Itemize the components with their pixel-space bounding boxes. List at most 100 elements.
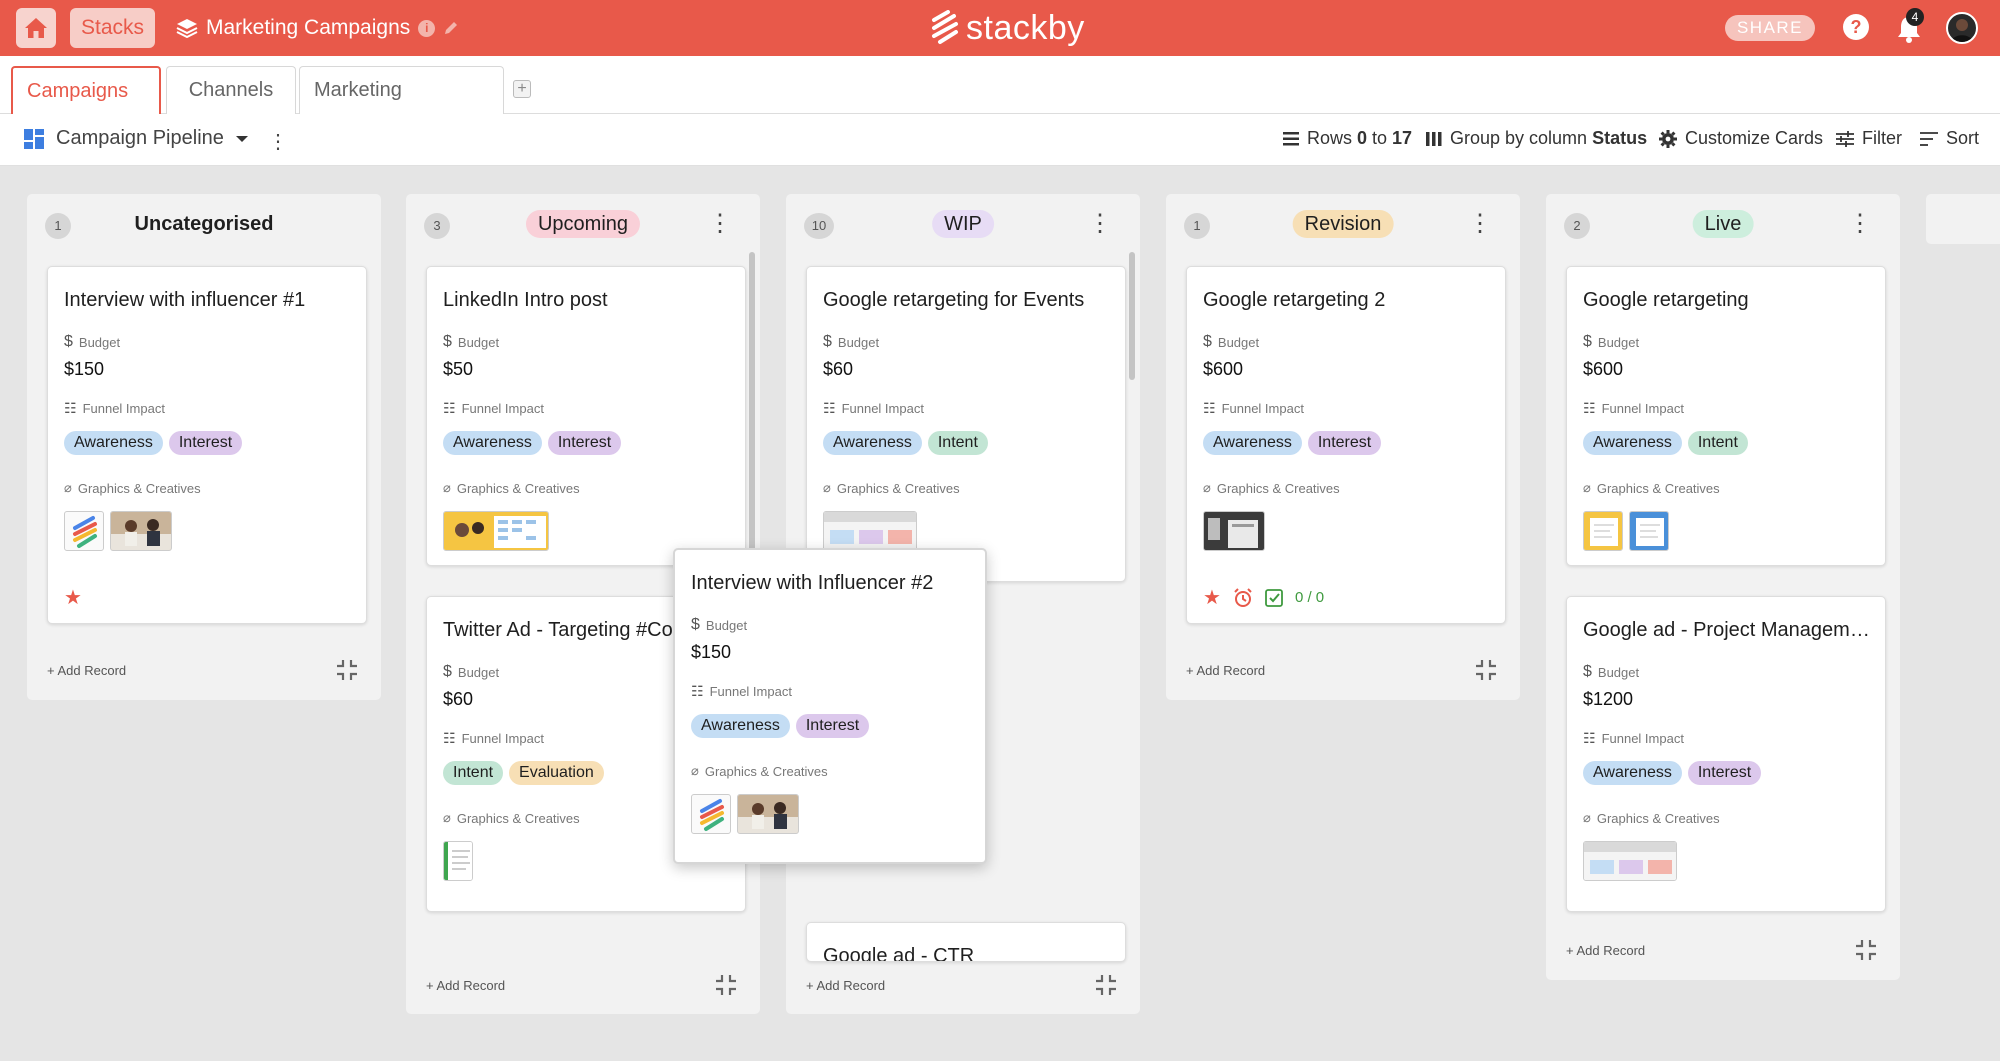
alarm-clock-icon[interactable] <box>1233 587 1253 608</box>
tab-channels[interactable]: Channels <box>166 66 296 114</box>
record-card[interactable]: Interview with influencer #1 $ Budget $15… <box>47 266 367 624</box>
list-icon: ☷ <box>1583 730 1596 746</box>
star-icon[interactable]: ★ <box>1203 585 1221 610</box>
sort-button[interactable]: Sort <box>1920 128 1979 149</box>
graphics-label: Graphics & Creatives <box>704 763 828 779</box>
tag-awareness: Awareness <box>691 714 790 738</box>
tag-awareness: Awareness <box>1203 431 1302 455</box>
banner-thumbnail[interactable] <box>443 511 549 551</box>
collapse-column-icon[interactable] <box>1474 658 1498 682</box>
budget-label: Budget <box>78 334 121 350</box>
collapse-column-icon[interactable] <box>714 973 738 997</box>
record-card[interactable]: Google retargeting $ Budget $600 ☷ Funnel … <box>1566 266 1886 566</box>
tag-interest: Interest <box>168 431 243 455</box>
filter-button[interactable]: Filter <box>1836 128 1902 149</box>
home-button[interactable] <box>16 8 56 48</box>
paperclip-icon: ⌀ <box>691 763 699 778</box>
view-options-menu[interactable]: ⋮ <box>268 129 288 154</box>
photo-thumbnail[interactable] <box>737 794 799 834</box>
funnel-tags: Intent Evaluation <box>443 761 604 785</box>
funnel-field-label: ☷ Funnel Impact <box>443 400 544 417</box>
logo-text: stackby <box>966 8 1085 47</box>
device-photo-thumbnail[interactable] <box>1203 511 1265 551</box>
record-card[interactable]: Google ad - Project Management $ Budget $… <box>1566 596 1886 912</box>
checklist-count: 0 / 0 <box>1294 589 1325 606</box>
rows-from: 0 <box>1357 128 1368 148</box>
sort-icon <box>1920 131 1938 146</box>
funnel-tags: Awareness Interest <box>64 431 243 455</box>
photo-thumbnail[interactable] <box>110 511 172 551</box>
tag-interest: Interest <box>547 431 622 455</box>
budget-value: $150 <box>64 359 105 379</box>
star-icon[interactable]: ★ <box>64 585 82 610</box>
add-table-button[interactable]: + <box>513 80 531 98</box>
view-name: Campaign Pipeline <box>56 127 224 149</box>
column-menu[interactable]: ⋮ <box>1088 210 1112 238</box>
column-menu[interactable]: ⋮ <box>708 210 732 238</box>
graphics-label: Graphics & Creatives <box>1596 480 1720 496</box>
tab-campaigns-label: Campaigns <box>27 80 129 102</box>
list-icon: ☷ <box>823 400 836 416</box>
tab-campaigns[interactable]: Campaigns <box>11 66 161 141</box>
customize-cards-button[interactable]: Customize Cards <box>1659 128 1823 149</box>
budget-label: Budget <box>1217 334 1260 350</box>
stacks-button[interactable]: Stacks <box>70 8 156 48</box>
workspace-title[interactable]: Marketing Campaigns i <box>176 13 459 43</box>
tag-interest: Interest <box>1687 761 1762 785</box>
stackby-logo-thumbnail[interactable] <box>64 511 104 551</box>
record-card[interactable]: Google retargeting 2 $ Budget $600 ☷ Funne… <box>1186 266 1506 624</box>
budget-value: $600 <box>1583 359 1624 379</box>
graphics-label: Graphics & Creatives <box>836 480 960 496</box>
user-avatar[interactable] <box>1946 12 1978 44</box>
edit-pencil-icon[interactable] <box>443 20 459 36</box>
column-menu[interactable]: ⋮ <box>1848 210 1872 238</box>
attachment-thumbnails <box>823 511 917 551</box>
add-record-button[interactable]: + Add Record <box>426 978 505 993</box>
group-by-button[interactable]: Group by column Status <box>1426 128 1647 149</box>
stackby-logo-thumbnail[interactable] <box>691 794 731 834</box>
column-scrollbar[interactable] <box>749 252 755 562</box>
graphics-field-label: ⌀ Graphics & Creatives <box>1203 480 1340 496</box>
funnel-tags: Awareness Interest <box>1203 431 1382 455</box>
column-title: Uncategorised <box>134 213 274 235</box>
attachment-thumbnails <box>1203 511 1265 551</box>
info-icon[interactable]: i <box>418 19 436 37</box>
funnel-field-label: ☷ Funnel Impact <box>823 400 924 417</box>
budget-field-label: $ Budget <box>1583 663 1639 681</box>
blue-frame-thumbnail[interactable] <box>1629 511 1669 551</box>
record-card[interactable]: Google ad - CTR <box>806 922 1126 962</box>
document-thumbnail[interactable] <box>443 841 473 881</box>
collapse-column-icon[interactable] <box>335 658 359 682</box>
funnel-field-label: ☷ Funnel Impact <box>691 683 792 700</box>
yellow-frame-thumbnail[interactable] <box>1583 511 1623 551</box>
add-record-button[interactable]: + Add Record <box>806 978 885 993</box>
list-icon: ☷ <box>64 400 77 416</box>
chart-doc-thumbnail[interactable] <box>823 511 917 551</box>
paperclip-icon: ⌀ <box>1203 480 1211 495</box>
view-selector[interactable]: Campaign Pipeline <box>24 127 248 150</box>
checklist-icon[interactable] <box>1265 588 1283 607</box>
column-scrollbar[interactable] <box>1129 252 1135 380</box>
dragging-record-card[interactable]: Interview with Influencer #2 $ Budget $15… <box>673 548 987 864</box>
collapse-column-icon[interactable] <box>1854 938 1878 962</box>
column-title: WIP <box>932 210 994 238</box>
add-record-button[interactable]: + Add Record <box>47 663 126 678</box>
chart-doc-thumbnail[interactable] <box>1583 841 1677 881</box>
graphics-label: Graphics & Creatives <box>1216 480 1340 496</box>
tag-awareness: Awareness <box>64 431 163 455</box>
record-card[interactable]: Google retargeting for Events $ Budget $6… <box>806 266 1126 582</box>
attachment-thumbnails <box>64 511 172 551</box>
add-record-button[interactable]: + Add Record <box>1186 663 1265 678</box>
record-card[interactable]: LinkedIn Intro post $ Budget $50 ☷ Funnel … <box>426 266 746 566</box>
column-menu[interactable]: ⋮ <box>1468 210 1492 238</box>
add-record-button[interactable]: + Add Record <box>1566 943 1645 958</box>
list-icon: ☷ <box>1583 400 1596 416</box>
tab-marketing-initiatives[interactable]: Marketing Initiatives <box>299 66 504 147</box>
share-button[interactable]: SHARE <box>1725 15 1815 41</box>
collapse-column-icon[interactable] <box>1094 973 1118 997</box>
budget-field-label: $ Budget <box>1203 333 1259 351</box>
help-icon[interactable]: ? <box>1843 14 1869 40</box>
rows-indicator[interactable]: Rows 0 to 17 <box>1283 128 1412 149</box>
funnel-tags: Awareness Interest <box>691 714 870 738</box>
home-icon <box>25 18 47 38</box>
